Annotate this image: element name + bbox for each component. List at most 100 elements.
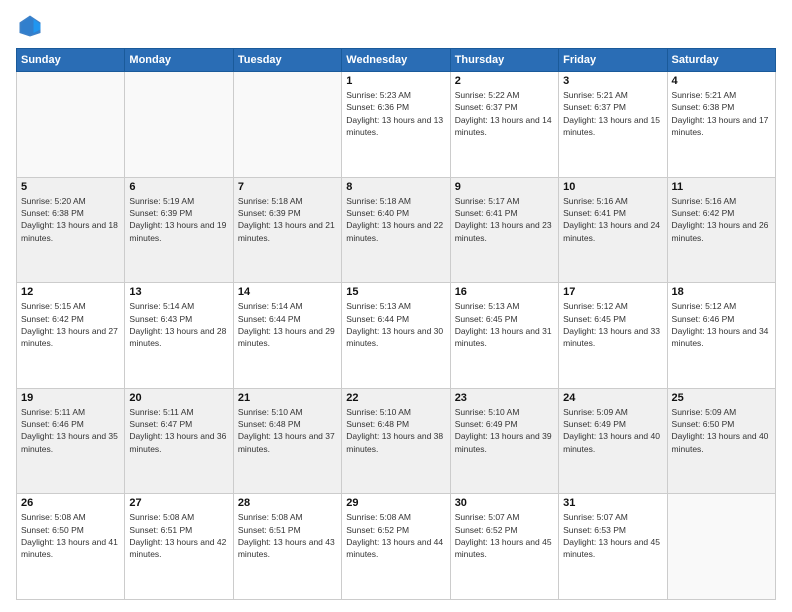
day-number: 10 [563,181,662,193]
day-cell-25: 25 Sunrise: 5:09 AMSunset: 6:50 PMDayligh… [667,388,775,494]
weekday-wednesday: Wednesday [342,49,450,72]
day-number: 3 [563,75,662,87]
day-info: Sunrise: 5:08 AMSunset: 6:50 PMDaylight:… [21,511,120,560]
day-info: Sunrise: 5:18 AMSunset: 6:40 PMDaylight:… [346,195,445,244]
day-number: 21 [238,392,337,404]
day-info: Sunrise: 5:07 AMSunset: 6:53 PMDaylight:… [563,511,662,560]
weekday-monday: Monday [125,49,233,72]
day-info: Sunrise: 5:18 AMSunset: 6:39 PMDaylight:… [238,195,337,244]
day-cell-2: 2 Sunrise: 5:22 AMSunset: 6:37 PMDaylight… [450,72,558,178]
day-cell-19: 19Sunrise: 5:11 AMSunset: 6:46 PMDayligh… [17,388,125,494]
week-row-4: 19Sunrise: 5:11 AMSunset: 6:46 PMDayligh… [17,388,776,494]
weekday-friday: Friday [559,49,667,72]
day-cell-5: 5 Sunrise: 5:20 AMSunset: 6:38 PMDaylight… [17,177,125,283]
day-info: Sunrise: 5:08 AMSunset: 6:51 PMDaylight:… [238,511,337,560]
day-number: 2 [455,75,554,87]
day-cell-13: 13 Sunrise: 5:14 AMSunset: 6:43 PMDayligh… [125,283,233,389]
day-info: Sunrise: 5:08 AMSunset: 6:52 PMDaylight:… [346,511,445,560]
day-number: 9 [455,181,554,193]
day-info: Sunrise: 5:13 AMSunset: 6:45 PMDaylight:… [455,300,554,349]
empty-cell [17,72,125,178]
day-info: Sunrise: 5:14 AMSunset: 6:44 PMDaylight:… [238,300,337,349]
day-cell-8: 8 Sunrise: 5:18 AMSunset: 6:40 PMDaylight… [342,177,450,283]
day-cell-30: 30Sunrise: 5:07 AMSunset: 6:52 PMDayligh… [450,494,558,600]
day-number: 16 [455,286,554,298]
day-number: 27 [129,497,228,509]
day-cell-16: 16 Sunrise: 5:13 AMSunset: 6:45 PMDayligh… [450,283,558,389]
day-info: Sunrise: 5:21 AMSunset: 6:38 PMDaylight:… [672,89,771,138]
day-number: 12 [21,286,120,298]
day-number: 28 [238,497,337,509]
day-info: Sunrise: 5:09 AMSunset: 6:49 PMDaylight:… [563,406,662,455]
day-cell-14: 14 Sunrise: 5:14 AMSunset: 6:44 PMDayligh… [233,283,341,389]
weekday-thursday: Thursday [450,49,558,72]
day-cell-20: 20 Sunrise: 5:11 AMSunset: 6:47 PMDayligh… [125,388,233,494]
day-info: Sunrise: 5:10 AMSunset: 6:48 PMDaylight:… [346,406,445,455]
day-cell-22: 22Sunrise: 5:10 AMSunset: 6:48 PMDayligh… [342,388,450,494]
day-number: 23 [455,392,554,404]
day-info: Sunrise: 5:23 AMSunset: 6:36 PMDaylight:… [346,89,445,138]
day-info: Sunrise: 5:07 AMSunset: 6:52 PMDaylight:… [455,511,554,560]
day-number: 8 [346,181,445,193]
day-number: 11 [672,181,771,193]
day-cell-12: 12 Sunrise: 5:15 AMSunset: 6:42 PMDayligh… [17,283,125,389]
day-number: 4 [672,75,771,87]
day-number: 20 [129,392,228,404]
empty-cell [125,72,233,178]
day-cell-4: 4 Sunrise: 5:21 AMSunset: 6:38 PMDaylight… [667,72,775,178]
day-number: 1 [346,75,445,87]
day-cell-15: 15 Sunrise: 5:13 AMSunset: 6:44 PMDayligh… [342,283,450,389]
day-info: Sunrise: 5:09 AMSunset: 6:50 PMDaylight:… [672,406,771,455]
day-cell-21: 21 Sunrise: 5:10 AMSunset: 6:48 PMDayligh… [233,388,341,494]
calendar: SundayMondayTuesdayWednesdayThursdayFrid… [16,48,776,600]
logo [16,12,48,40]
day-cell-6: 6 Sunrise: 5:19 AMSunset: 6:39 PMDaylight… [125,177,233,283]
day-number: 15 [346,286,445,298]
day-cell-1: 1 Sunrise: 5:23 AMSunset: 6:36 PMDaylight… [342,72,450,178]
day-number: 6 [129,181,228,193]
day-info: Sunrise: 5:14 AMSunset: 6:43 PMDaylight:… [129,300,228,349]
day-number: 5 [21,181,120,193]
page: SundayMondayTuesdayWednesdayThursdayFrid… [0,0,792,612]
weekday-sunday: Sunday [17,49,125,72]
day-info: Sunrise: 5:16 AMSunset: 6:42 PMDaylight:… [672,195,771,244]
weekday-tuesday: Tuesday [233,49,341,72]
day-info: Sunrise: 5:10 AMSunset: 6:49 PMDaylight:… [455,406,554,455]
day-info: Sunrise: 5:15 AMSunset: 6:42 PMDaylight:… [21,300,120,349]
day-number: 7 [238,181,337,193]
week-row-3: 12 Sunrise: 5:15 AMSunset: 6:42 PMDayligh… [17,283,776,389]
day-cell-28: 28 Sunrise: 5:08 AMSunset: 6:51 PMDayligh… [233,494,341,600]
day-number: 29 [346,497,445,509]
day-cell-31: 31 Sunrise: 5:07 AMSunset: 6:53 PMDayligh… [559,494,667,600]
day-cell-9: 9 Sunrise: 5:17 AMSunset: 6:41 PMDaylight… [450,177,558,283]
day-info: Sunrise: 5:21 AMSunset: 6:37 PMDaylight:… [563,89,662,138]
day-info: Sunrise: 5:13 AMSunset: 6:44 PMDaylight:… [346,300,445,349]
day-info: Sunrise: 5:10 AMSunset: 6:48 PMDaylight:… [238,406,337,455]
weekday-header-row: SundayMondayTuesdayWednesdayThursdayFrid… [17,49,776,72]
day-number: 25 [672,392,771,404]
day-info: Sunrise: 5:22 AMSunset: 6:37 PMDaylight:… [455,89,554,138]
day-info: Sunrise: 5:11 AMSunset: 6:47 PMDaylight:… [129,406,228,455]
week-row-2: 5 Sunrise: 5:20 AMSunset: 6:38 PMDaylight… [17,177,776,283]
day-number: 24 [563,392,662,404]
day-cell-23: 23 Sunrise: 5:10 AMSunset: 6:49 PMDayligh… [450,388,558,494]
day-info: Sunrise: 5:11 AMSunset: 6:46 PMDaylight:… [21,406,120,455]
day-cell-18: 18Sunrise: 5:12 AMSunset: 6:46 PMDayligh… [667,283,775,389]
day-number: 17 [563,286,662,298]
day-info: Sunrise: 5:17 AMSunset: 6:41 PMDaylight:… [455,195,554,244]
day-number: 14 [238,286,337,298]
day-info: Sunrise: 5:12 AMSunset: 6:45 PMDaylight:… [563,300,662,349]
week-row-5: 26 Sunrise: 5:08 AMSunset: 6:50 PMDayligh… [17,494,776,600]
logo-icon [16,12,44,40]
day-number: 31 [563,497,662,509]
day-cell-11: 11 Sunrise: 5:16 AMSunset: 6:42 PMDayligh… [667,177,775,283]
day-info: Sunrise: 5:16 AMSunset: 6:41 PMDaylight:… [563,195,662,244]
day-number: 13 [129,286,228,298]
week-row-1: 1 Sunrise: 5:23 AMSunset: 6:36 PMDaylight… [17,72,776,178]
day-info: Sunrise: 5:19 AMSunset: 6:39 PMDaylight:… [129,195,228,244]
day-cell-10: 10 Sunrise: 5:16 AMSunset: 6:41 PMDayligh… [559,177,667,283]
day-number: 26 [21,497,120,509]
day-info: Sunrise: 5:20 AMSunset: 6:38 PMDaylight:… [21,195,120,244]
day-cell-27: 27Sunrise: 5:08 AMSunset: 6:51 PMDayligh… [125,494,233,600]
empty-cell [667,494,775,600]
